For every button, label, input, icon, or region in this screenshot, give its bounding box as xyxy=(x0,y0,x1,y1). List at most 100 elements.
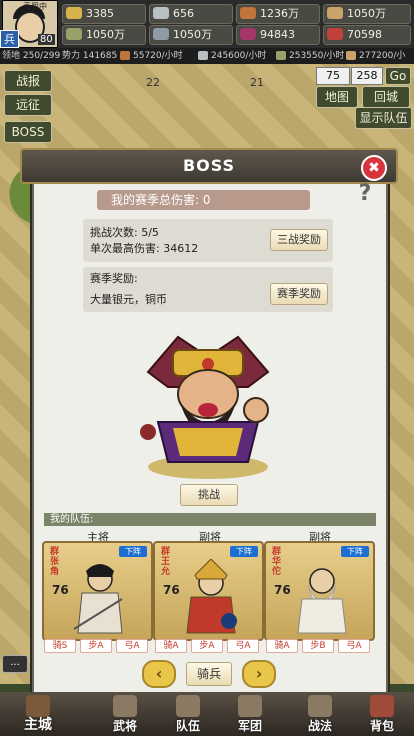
team-section-label: 我的队伍: xyxy=(44,513,376,526)
troop-tag: 步A xyxy=(80,639,112,653)
general-name: 张角 xyxy=(50,557,60,577)
close-icon[interactable]: ✖ xyxy=(361,155,387,181)
resource-silver[interactable]: 656 xyxy=(149,4,233,24)
chat-button[interactable]: ... xyxy=(2,655,28,673)
map-tile-label: 22 xyxy=(146,76,160,89)
boss-armor-plate xyxy=(173,428,243,456)
boss-shoulder xyxy=(140,424,156,440)
resource-wood[interactable]: 1050万 xyxy=(323,4,411,24)
general-faction: 群 xyxy=(272,547,282,557)
best-damage: 单次最高伤害: 34612 xyxy=(90,242,199,255)
portrait-robe xyxy=(297,598,347,634)
resource-value: 94843 xyxy=(260,28,295,41)
resource-food[interactable]: 1236万 xyxy=(236,4,320,24)
boss-gem xyxy=(202,358,214,370)
general-card[interactable]: 下阵 群王允 76 xyxy=(153,541,264,641)
wood-icon xyxy=(327,7,343,19)
troop-type-button[interactable]: 骑兵 xyxy=(186,662,232,686)
boss-button[interactable]: BOSS xyxy=(4,121,52,143)
general-faction: 群 xyxy=(50,547,60,557)
rank-badge: 兵 xyxy=(0,30,19,48)
resource-iron[interactable]: 1050万 xyxy=(149,25,233,45)
resource-value: 1050万 xyxy=(173,28,212,41)
nav-tactics[interactable]: 战法 xyxy=(290,692,350,736)
stone-icon xyxy=(276,51,286,60)
nav-main-city[interactable]: 主城 xyxy=(8,692,68,736)
three-battle-reward-button[interactable]: 三战奖励 xyxy=(270,229,328,251)
unequip-button[interactable]: 下阵 xyxy=(341,546,369,557)
boss-fist xyxy=(243,397,269,423)
yin-yang-icon xyxy=(221,613,237,629)
help-icon[interactable]: ? xyxy=(352,181,378,207)
dialog-header: BOSS xyxy=(20,148,398,184)
go-button[interactable]: Go xyxy=(385,67,411,85)
general-level: 76 xyxy=(52,583,69,597)
nav-generals[interactable]: 武将 xyxy=(95,692,155,736)
nav-label: 队伍 xyxy=(175,719,200,733)
token-icon xyxy=(327,28,343,40)
nav-legion[interactable]: 军团 xyxy=(220,692,280,736)
resource-value: 1236万 xyxy=(260,7,299,20)
portrait-head xyxy=(309,568,335,594)
prev-troop-button[interactable]: ‹ xyxy=(142,660,176,688)
resource-gold[interactable]: 3385 xyxy=(62,4,146,24)
nav-label: 战法 xyxy=(307,719,332,733)
troop-tag: 弓A xyxy=(116,639,148,653)
rate-stat-3: 253550/小时 xyxy=(276,48,344,64)
general-name: 华佗 xyxy=(272,557,282,577)
troop-tag: 弓A xyxy=(227,639,259,653)
player-level: 80 xyxy=(38,34,55,45)
resource-value: 656 xyxy=(173,7,194,20)
unequip-button[interactable]: 下阵 xyxy=(230,546,258,557)
show-team-button[interactable]: 显示队伍 xyxy=(355,107,412,129)
coord-y-input[interactable]: 258 xyxy=(351,67,383,85)
general-card[interactable]: 下阵 群张角 76 xyxy=(42,541,153,641)
expedition-button[interactable]: 远征 xyxy=(4,94,52,116)
map-button[interactable]: 地图 xyxy=(316,86,358,108)
general-level: 76 xyxy=(274,583,291,597)
resource-gem[interactable]: 94843 xyxy=(236,25,320,45)
nav-label: 背包 xyxy=(369,719,394,733)
season-reward-button[interactable]: 赛季奖励 xyxy=(270,283,328,305)
troop-tag: 骑A xyxy=(155,639,187,653)
rate-stat-1: 245600/小时 xyxy=(198,48,266,64)
next-troop-button[interactable]: › xyxy=(242,660,276,688)
rate-value: 55720/小时 xyxy=(133,51,183,61)
resource-value: 70598 xyxy=(347,28,382,41)
season-damage: 我的赛季总伤害: 0 xyxy=(97,190,310,210)
troop-tag: 步A xyxy=(191,639,223,653)
troop-tag: 弓A xyxy=(338,639,370,653)
coord-x-input[interactable]: 75 xyxy=(316,67,350,85)
avatar-title: 责罚中 xyxy=(23,2,47,11)
stone-icon xyxy=(66,28,82,40)
battle-report-button[interactable]: 战报 xyxy=(4,70,52,92)
dialog-title: BOSS xyxy=(182,156,236,175)
team-icon xyxy=(176,695,200,717)
tactics-icon xyxy=(308,695,332,717)
challenge-button[interactable]: 挑战 xyxy=(180,484,238,506)
rate-stat-2: 55720/小时 xyxy=(120,48,183,64)
nav-label: 主城 xyxy=(24,717,52,733)
legion-icon xyxy=(238,695,262,717)
unequip-button[interactable]: 下阵 xyxy=(119,546,147,557)
map-tile-label: 21 xyxy=(250,76,264,89)
resource-token[interactable]: 70598 xyxy=(323,25,411,45)
general-faction-name: 群华佗 xyxy=(272,547,284,577)
bag-icon xyxy=(370,695,394,717)
general-name: 王允 xyxy=(161,557,171,577)
power-stat: 势力 141685 xyxy=(62,51,118,61)
food-icon xyxy=(240,7,256,19)
silver-icon xyxy=(153,7,169,19)
nav-bag[interactable]: 背包 xyxy=(352,692,412,736)
return-city-button[interactable]: 回城 xyxy=(362,86,410,108)
gold-icon xyxy=(66,7,82,19)
general-portrait xyxy=(73,564,123,634)
general-portrait xyxy=(297,568,347,634)
nav-team[interactable]: 队伍 xyxy=(158,692,218,736)
territory-stat: 领地 250/299 xyxy=(2,51,61,61)
season-reward-label: 赛季奖励: xyxy=(90,272,138,285)
general-card[interactable]: 下阵 群华佗 76 xyxy=(264,541,375,641)
general-portrait xyxy=(186,559,237,634)
boss-mouth xyxy=(198,403,218,417)
resource-stone[interactable]: 1050万 xyxy=(62,25,146,45)
